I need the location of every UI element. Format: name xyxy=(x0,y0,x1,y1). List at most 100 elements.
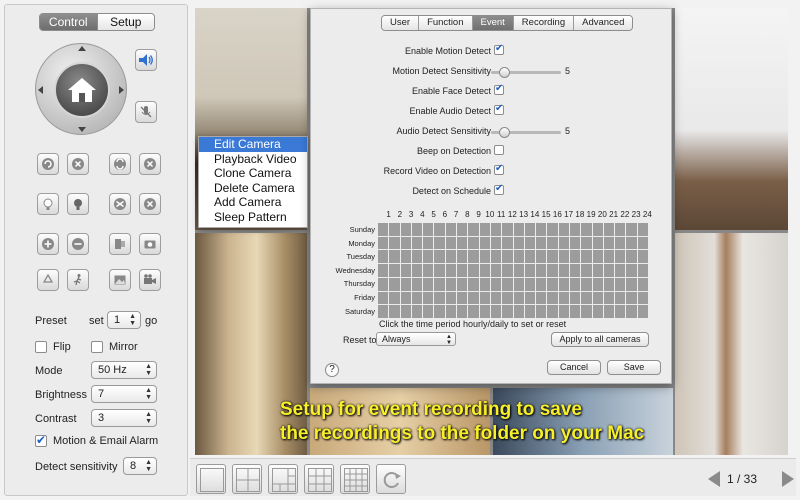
schedule-cell[interactable] xyxy=(389,264,400,277)
detect-sensitivity-select[interactable]: 8 ▲ ▼ xyxy=(123,457,157,475)
camera-view-hallway[interactable] xyxy=(675,233,788,455)
day-label[interactable]: Sunday xyxy=(317,223,375,237)
hour-label[interactable]: 24 xyxy=(642,210,653,219)
schedule-cell[interactable] xyxy=(479,277,490,291)
schedule-cell[interactable] xyxy=(558,277,569,291)
schedule-cell[interactable] xyxy=(513,305,524,318)
schedule-cell[interactable] xyxy=(411,291,423,305)
schedule-cell[interactable] xyxy=(536,291,547,305)
hour-label[interactable]: 9 xyxy=(473,210,484,219)
schedule-cell[interactable] xyxy=(558,264,569,277)
schedule-cell[interactable] xyxy=(457,277,468,291)
hour-label[interactable]: 8 xyxy=(462,210,473,219)
schedule-cell[interactable] xyxy=(411,264,423,277)
schedule-cell[interactable] xyxy=(411,236,423,250)
day-label[interactable]: Thursday xyxy=(317,277,375,291)
schedule-cell[interactable] xyxy=(603,223,615,236)
day-label[interactable]: Friday xyxy=(317,291,375,305)
day-label[interactable]: Wednesday xyxy=(317,264,375,278)
schedule-cell[interactable] xyxy=(547,277,558,291)
menu-item-sleep-pattern[interactable]: Sleep Pattern xyxy=(199,210,307,225)
schedule-cell[interactable] xyxy=(468,277,479,291)
schedule-cell[interactable] xyxy=(502,277,513,291)
schedule-cell[interactable] xyxy=(536,277,547,291)
schedule-cell[interactable] xyxy=(637,264,648,277)
reset-to-select[interactable]: Always ▲ ▼ xyxy=(376,332,456,346)
schedule-cell[interactable] xyxy=(400,277,411,291)
schedule-cell[interactable] xyxy=(445,250,457,264)
schedule-cell[interactable] xyxy=(479,236,490,250)
flip-checkbox[interactable] xyxy=(35,341,47,353)
schedule-cell[interactable] xyxy=(490,291,502,305)
schedule-cell[interactable] xyxy=(524,236,536,250)
schedule-cell[interactable] xyxy=(400,291,411,305)
stop-shuffle-button[interactable] xyxy=(139,193,161,215)
recycle-button[interactable] xyxy=(37,269,59,291)
schedule-cell[interactable] xyxy=(423,291,434,305)
menu-item-delete-camera[interactable]: Delete Camera xyxy=(199,181,307,196)
schedule-cell[interactable] xyxy=(569,223,581,236)
hour-label[interactable]: 12 xyxy=(507,210,518,219)
hour-label[interactable]: 13 xyxy=(518,210,529,219)
apply-to-all-cameras-button[interactable]: Apply to all cameras xyxy=(551,332,649,347)
schedule-cell[interactable] xyxy=(513,236,524,250)
layout-3x3-button[interactable] xyxy=(304,464,334,494)
schedule-cell[interactable] xyxy=(547,264,558,277)
schedule-cell[interactable] xyxy=(524,291,536,305)
schedule-cell[interactable] xyxy=(637,236,648,250)
schedule-cell[interactable] xyxy=(558,291,569,305)
schedule-cell[interactable] xyxy=(479,305,490,318)
hour-label[interactable]: 22 xyxy=(619,210,630,219)
schedule-cell[interactable] xyxy=(615,223,626,236)
schedule-grid[interactable] xyxy=(378,223,648,318)
schedule-cell[interactable] xyxy=(434,305,445,318)
schedule-cell[interactable] xyxy=(411,305,423,318)
schedule-cell[interactable] xyxy=(378,264,389,277)
menu-item-clone-camera[interactable]: Clone Camera xyxy=(199,166,307,181)
schedule-cell[interactable] xyxy=(558,250,569,264)
schedule-cell[interactable] xyxy=(400,223,411,236)
speaker-button[interactable] xyxy=(135,49,157,71)
schedule-cell[interactable] xyxy=(569,305,581,318)
schedule-cell[interactable] xyxy=(581,305,592,318)
schedule-cell[interactable] xyxy=(389,277,400,291)
hour-label[interactable]: 5 xyxy=(428,210,439,219)
tab-event[interactable]: Event xyxy=(471,16,513,30)
light-on-button[interactable] xyxy=(37,193,59,215)
schedule-cell[interactable] xyxy=(536,223,547,236)
schedule-cell[interactable] xyxy=(378,250,389,264)
schedule-cell[interactable] xyxy=(502,291,513,305)
schedule-cell[interactable] xyxy=(423,250,434,264)
schedule-cell[interactable] xyxy=(569,291,581,305)
schedule-cell[interactable] xyxy=(513,250,524,264)
schedule-cell[interactable] xyxy=(378,277,389,291)
schedule-cell[interactable] xyxy=(569,277,581,291)
schedule-cell[interactable] xyxy=(547,250,558,264)
schedule-cell[interactable] xyxy=(536,236,547,250)
schedule-cell[interactable] xyxy=(502,250,513,264)
schedule-cell[interactable] xyxy=(479,250,490,264)
schedule-cell[interactable] xyxy=(423,305,434,318)
schedule-cell[interactable] xyxy=(378,305,389,318)
record-clip-button[interactable] xyxy=(109,233,131,255)
schedule-cell[interactable] xyxy=(558,236,569,250)
zoom-out-button[interactable] xyxy=(67,233,89,255)
layout-1x1-button[interactable] xyxy=(196,464,226,494)
stop-patrol-button[interactable] xyxy=(139,153,161,175)
schedule-cell[interactable] xyxy=(445,305,457,318)
menu-item-playback-video[interactable]: Playback Video xyxy=(199,152,307,167)
enable-motion-detect-checkbox[interactable] xyxy=(494,43,504,55)
beep-on-detection-checkbox[interactable] xyxy=(494,145,504,155)
schedule-cell[interactable] xyxy=(400,236,411,250)
schedule-cell[interactable] xyxy=(615,305,626,318)
schedule-cell[interactable] xyxy=(378,291,389,305)
schedule-cell[interactable] xyxy=(592,264,603,277)
hour-label[interactable]: 7 xyxy=(451,210,462,219)
schedule-cell[interactable] xyxy=(547,236,558,250)
image-button[interactable] xyxy=(109,269,131,291)
schedule-cell[interactable] xyxy=(569,236,581,250)
schedule-cell[interactable] xyxy=(502,223,513,236)
schedule-cell[interactable] xyxy=(626,223,637,236)
schedule-cell[interactable] xyxy=(626,305,637,318)
enable-audio-detect-checkbox[interactable] xyxy=(494,103,504,115)
